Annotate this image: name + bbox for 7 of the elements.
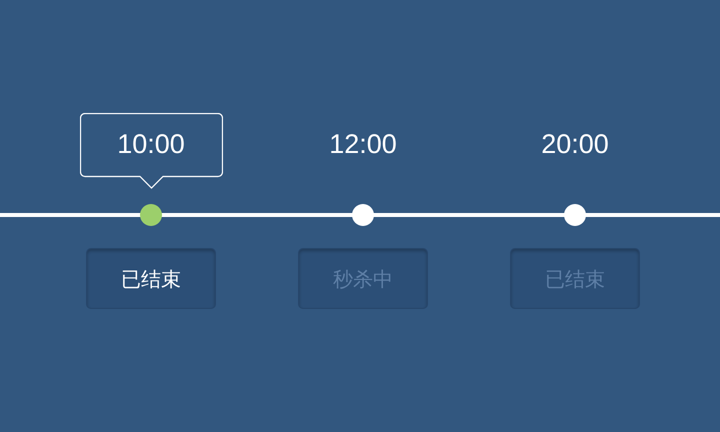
time-label: 20:00	[541, 131, 609, 161]
timeline-dot[interactable]	[352, 204, 374, 226]
timeline-dot[interactable]	[564, 204, 586, 226]
timeline-dot[interactable]	[140, 204, 162, 226]
time-tooltip: 10:00	[80, 113, 222, 189]
status-button[interactable]: 已结束	[86, 248, 216, 309]
time-label: 12:00	[329, 131, 397, 161]
